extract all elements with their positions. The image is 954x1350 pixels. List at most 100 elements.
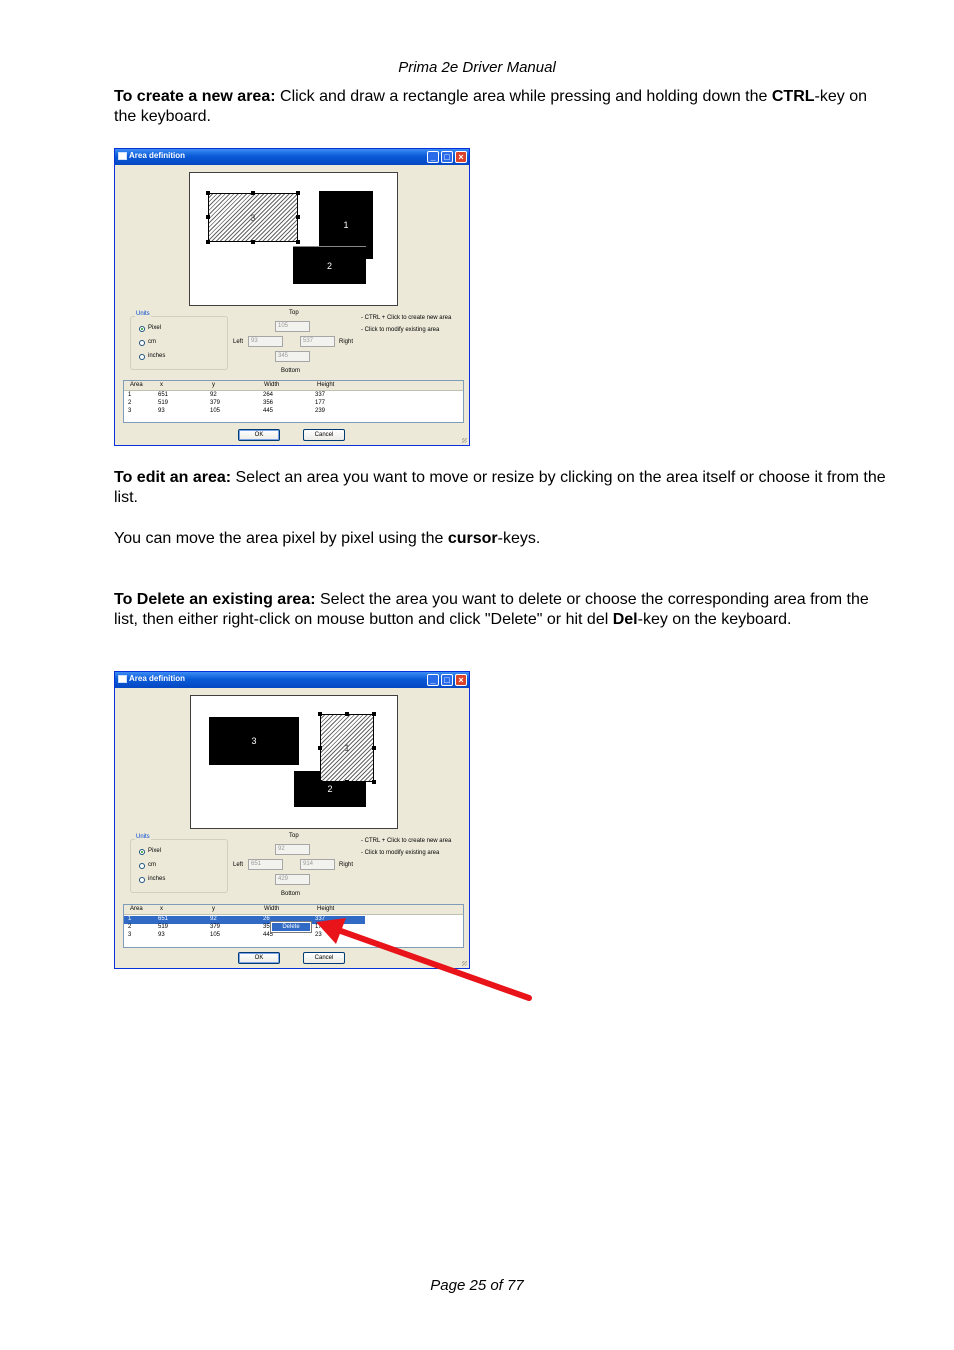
resize-grip-icon[interactable]	[462, 961, 467, 966]
cell: 26	[263, 916, 270, 922]
paragraph-delete-area: To Delete an existing area: Select the a…	[114, 590, 889, 630]
bold-key: cursor	[447, 530, 498, 547]
units-legend: Units	[135, 834, 151, 840]
resize-handle[interactable]	[372, 780, 376, 784]
area-label: 1	[343, 220, 349, 230]
cell: 337	[315, 916, 326, 922]
close-button[interactable]: ×	[455, 674, 467, 686]
area-1-selected[interactable]: 1	[320, 714, 374, 782]
ok-button[interactable]: OK	[238, 952, 280, 964]
resize-handle[interactable]	[345, 712, 349, 716]
cell: 1	[128, 392, 132, 398]
area-list[interactable]: Area x y Width Height 1 651 92 264 337 2…	[123, 380, 464, 423]
resize-handle[interactable]	[345, 780, 349, 784]
area-definition-window-1: Area definition _ □ × 1 2 3 Units Pixel …	[114, 148, 470, 446]
paragraph-text: -keys.	[497, 530, 541, 547]
area-label: 3	[250, 212, 256, 223]
right-field[interactable]: 914	[300, 859, 335, 870]
bottom-field[interactable]: 345	[275, 351, 310, 362]
table-row[interactable]: 3 93 105 445 23	[124, 932, 365, 940]
column-header[interactable]: x	[160, 382, 163, 388]
maximize-button[interactable]: □	[441, 674, 453, 686]
resize-handle[interactable]	[296, 240, 300, 244]
column-header[interactable]: Width	[264, 906, 279, 912]
hint-create: - CTRL + Click to create new area	[361, 838, 452, 844]
radio-label: Pixel	[148, 848, 162, 854]
cell: 356	[263, 400, 274, 406]
left-field[interactable]: 651	[248, 859, 283, 870]
resize-handle[interactable]	[318, 746, 322, 750]
ok-button[interactable]: OK	[238, 429, 280, 441]
cancel-button[interactable]: Cancel	[303, 429, 345, 441]
column-header[interactable]: y	[212, 906, 215, 912]
resize-grip-icon[interactable]	[462, 438, 467, 443]
title-bar[interactable]: Area definition _ □ ×	[115, 149, 469, 165]
close-button[interactable]: ×	[455, 151, 467, 163]
bold-key: CTRL	[771, 88, 815, 105]
minimize-button[interactable]: _	[427, 151, 439, 163]
minimize-button[interactable]: _	[427, 674, 439, 686]
cell: 651	[158, 392, 169, 398]
title-bar[interactable]: Area definition _ □ ×	[115, 672, 469, 688]
table-row[interactable]: 2 519 379 35 177	[124, 924, 365, 932]
table-row[interactable]: 3 93 105 445 239	[124, 408, 365, 416]
cell: 651	[158, 916, 169, 922]
resize-handle[interactable]	[372, 746, 376, 750]
column-header[interactable]: y	[212, 382, 215, 388]
area-canvas[interactable]: 1 2 3	[189, 172, 398, 306]
paragraph-cursor-keys: You can move the area pixel by pixel usi…	[114, 529, 889, 549]
resize-handle[interactable]	[296, 215, 300, 219]
left-label: Left	[233, 862, 244, 868]
resize-handle[interactable]	[251, 191, 255, 195]
column-header[interactable]: Area	[130, 906, 143, 912]
resize-handle[interactable]	[251, 240, 255, 244]
left-field[interactable]: 93	[248, 336, 283, 347]
window-icon	[118, 152, 127, 160]
column-header[interactable]: Width	[264, 382, 279, 388]
resize-handle[interactable]	[318, 712, 322, 716]
area-3[interactable]: 3	[209, 717, 299, 765]
maximize-button[interactable]: □	[441, 151, 453, 163]
bottom-label: Bottom	[281, 891, 301, 897]
radio-icon	[139, 877, 145, 883]
resize-handle[interactable]	[318, 780, 322, 784]
right-field[interactable]: 537	[300, 336, 335, 347]
table-row[interactable]: 1 651 92 264 337	[124, 392, 365, 400]
table-row[interactable]: 2 519 379 356 177	[124, 400, 365, 408]
top-field[interactable]: 92	[275, 844, 310, 855]
paragraph-text: You can move the area pixel by pixel usi…	[114, 530, 448, 547]
resize-handle[interactable]	[372, 712, 376, 716]
area-definition-window-2: Area definition _ □ × 3 2 1 Units Pixel …	[114, 671, 470, 969]
bold-heading-edit: To edit an area:	[114, 469, 232, 486]
radio-label: Pixel	[148, 325, 162, 331]
table-row-selected[interactable]: 1 651 92 26 337	[124, 916, 365, 924]
bottom-field[interactable]: 429	[275, 874, 310, 885]
cancel-button[interactable]: Cancel	[303, 952, 345, 964]
resize-handle[interactable]	[296, 191, 300, 195]
column-header[interactable]: Area	[130, 382, 143, 388]
column-header[interactable]: x	[160, 906, 163, 912]
radio-icon	[139, 340, 145, 346]
context-menu-delete[interactable]: Delete	[270, 921, 312, 933]
resize-handle[interactable]	[206, 191, 210, 195]
column-header[interactable]: Height	[317, 382, 334, 388]
right-label: Right	[339, 862, 354, 868]
resize-handle[interactable]	[206, 215, 210, 219]
cell: 177	[315, 924, 326, 930]
area-2[interactable]: 2	[293, 246, 366, 284]
area-canvas[interactable]: 3 2 1	[190, 695, 398, 829]
hint-create: - CTRL + Click to create new area	[361, 315, 452, 321]
area-list[interactable]: Area x y Width Height 1 651 92 26 337 2 …	[123, 904, 464, 948]
area-label: 3	[251, 736, 257, 746]
cell: 264	[263, 392, 274, 398]
cell: 337	[315, 392, 326, 398]
area-3-new[interactable]: 3	[208, 193, 298, 242]
page-header: Prima 2e Driver Manual	[398, 59, 556, 76]
resize-handle[interactable]	[206, 240, 210, 244]
cell: 519	[158, 924, 169, 930]
right-label: Right	[339, 339, 354, 345]
column-header[interactable]: Height	[317, 906, 334, 912]
bottom-label: Bottom	[281, 368, 301, 374]
paragraph-create-area: To create a new area: Click and draw a r…	[114, 87, 889, 127]
top-field[interactable]: 105	[275, 321, 310, 332]
